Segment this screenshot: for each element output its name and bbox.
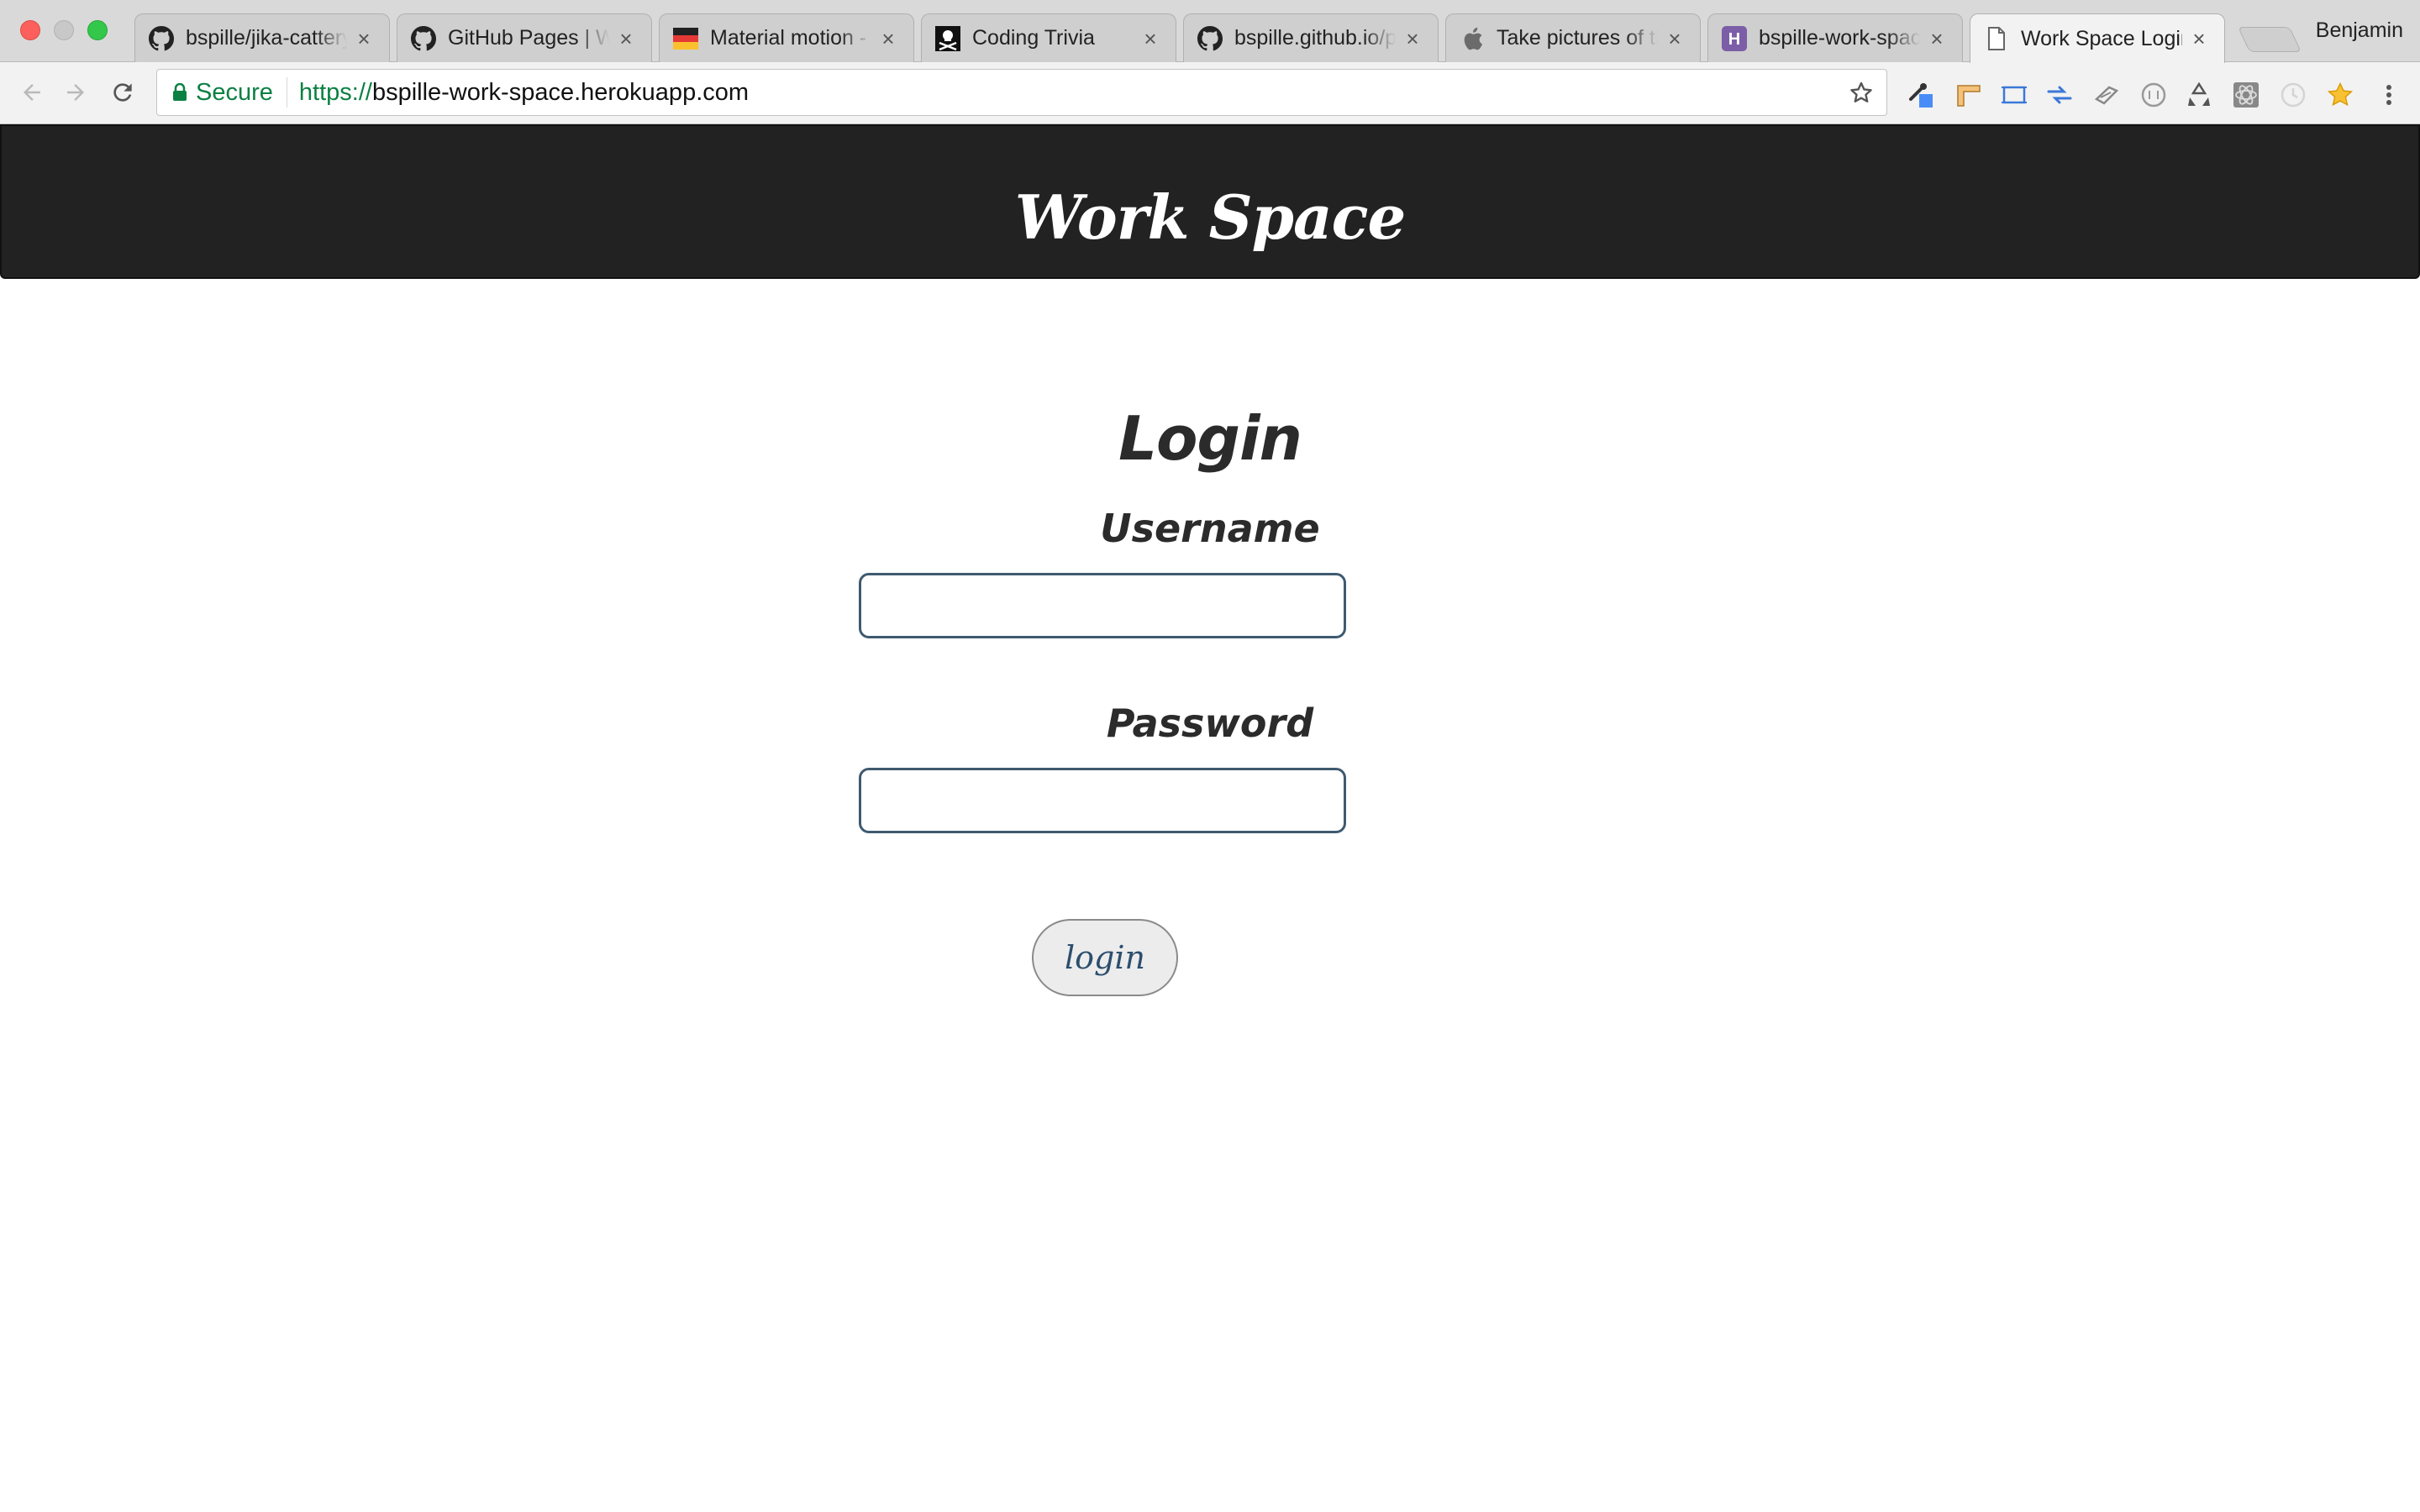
github-icon [1197,25,1223,51]
tab-close-icon[interactable]: × [1140,28,1160,50]
reload-button[interactable] [108,79,138,109]
github-icon [411,25,436,51]
react-icon[interactable] [2232,81,2260,109]
tab-close-icon[interactable]: × [354,28,374,50]
profile-name[interactable]: Benjamin [2316,18,2403,43]
password-label: Password [1106,701,1314,746]
secure-label: Secure [196,77,287,108]
username-input[interactable] [859,573,1346,638]
minimize-window-button[interactable] [54,20,74,40]
tab-title: Coding Trivia [972,26,1095,50]
tab-title: Material motion - Motion [710,26,871,50]
tab-title: bspille/jika-cattery [186,26,347,50]
forward-button[interactable] [60,79,91,109]
tab-close-icon[interactable]: × [1927,28,1947,50]
url-host: bspille-work-space.herokuapp.com [371,78,750,106]
eyedropper-icon[interactable] [1907,81,1936,109]
tab-close-icon[interactable]: × [616,28,636,50]
github-icon [149,25,174,51]
tab-title: Take pictures of the screen [1497,26,1658,50]
material-icon [673,26,698,51]
url-text: https://bspille-work-space.herokuapp.com [299,79,749,107]
svg-text:H: H [1728,30,1740,49]
reload-icon [109,79,136,110]
lock-icon [172,83,187,102]
site-header: Work Space [0,124,2420,279]
close-window-button[interactable] [20,20,40,40]
browser-tab[interactable]: Coding Trivia × [921,13,1176,62]
screenshot-icon[interactable] [2000,81,2028,109]
browser-tab-active[interactable]: Work Space Login × [1970,13,2225,63]
tab-title: Work Space Login [2021,26,2182,50]
apple-icon [1460,26,1485,51]
browser-toolbar: Secure https://bspille-work-space.heroku… [0,62,2420,124]
menu-kebab-icon[interactable] [2375,81,2403,109]
pirate-flag-icon [935,25,960,51]
star-extension-icon[interactable] [2326,81,2354,109]
password-input[interactable] [859,768,1346,833]
heroku-icon: H [1722,25,1747,51]
page-icon [1984,26,2009,51]
login-button[interactable]: login [1032,919,1178,996]
browser-tab[interactable]: bspille/jika-cattery × [134,13,390,62]
maximize-window-button[interactable] [87,20,108,40]
tab-close-icon[interactable]: × [1402,28,1423,50]
username-label: Username [1100,506,1320,551]
ruler-icon[interactable] [1954,81,1983,109]
browser-tab[interactable]: GitHub Pages | Websites × [397,13,652,62]
tab-title: GitHub Pages | Websites [448,26,609,50]
login-heading: Login [1118,403,1302,474]
arrows-icon[interactable] [2045,81,2074,109]
arrow-left-icon [19,80,45,109]
circle-icon[interactable] [2139,81,2168,109]
bookmark-star-icon[interactable] [1848,80,1875,107]
tab-close-icon[interactable]: × [2189,28,2209,50]
browser-tab[interactable]: Take pictures of the screen × [1445,13,1701,62]
site-title: Work Space [1014,181,1407,253]
browser-tab-strip: bspille/jika-cattery × GitHub Pages | We… [0,0,2420,63]
recycle-icon[interactable] [2185,81,2213,109]
arrow-right-icon [63,80,88,109]
url-scheme: https:// [298,78,372,106]
clock-icon[interactable] [2279,81,2307,109]
browser-tab[interactable]: H bspille-work-space × [1707,13,1963,62]
link-icon[interactable] [2092,81,2121,109]
tab-close-icon[interactable]: × [878,28,898,50]
tab-title: bspille-work-space [1759,26,1920,50]
browser-tab[interactable]: bspille.github.io/portfolio × [1183,13,1439,62]
browser-tab[interactable]: Material motion - Motion × [659,13,914,62]
tab-title: bspille.github.io/portfolio [1234,26,1396,50]
new-tab-button[interactable] [2238,27,2302,52]
address-bar[interactable]: Secure https://bspille-work-space.heroku… [156,69,1887,116]
tab-close-icon[interactable]: × [1665,28,1685,50]
back-button[interactable] [17,79,47,109]
